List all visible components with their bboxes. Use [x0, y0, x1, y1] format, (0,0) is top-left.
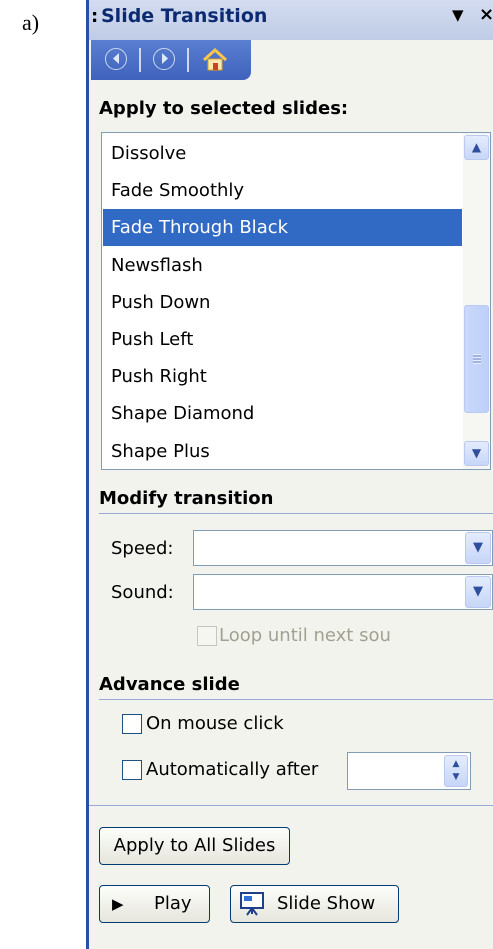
scroll-thumb[interactable]	[464, 305, 489, 413]
pane-nav-bar	[91, 40, 251, 80]
list-item[interactable]: Push Left	[103, 321, 462, 358]
pane-grip[interactable]: :	[91, 6, 98, 27]
pane-close-icon[interactable]: ×	[479, 4, 493, 25]
auto-time-spinner[interactable]: ▲ ▼	[347, 752, 471, 790]
pane-titlebar[interactable]: : Slide Transition ▼ ×	[89, 0, 493, 40]
slide-show-icon	[239, 892, 265, 929]
automatically-after-checkbox[interactable]	[122, 760, 142, 780]
list-item[interactable]: Shape Plus	[103, 433, 462, 469]
list-item[interactable]: Fade Through Black	[103, 209, 462, 247]
listbox-scrollbar[interactable]: ▲ ▼	[463, 133, 490, 469]
back-arrow-icon[interactable]	[105, 48, 127, 70]
advance-section-heading: Advance slide	[99, 674, 240, 695]
sound-combo[interactable]: ▼	[193, 574, 493, 610]
on-mouse-click-checkbox[interactable]	[122, 714, 142, 734]
pane-dropdown-icon[interactable]: ▼	[452, 6, 464, 24]
advance-divider	[99, 699, 493, 700]
pane-title: Slide Transition	[101, 5, 268, 27]
scroll-up-icon[interactable]: ▲	[464, 135, 489, 160]
play-button[interactable]: ▶ Play	[99, 885, 210, 923]
loop-checkbox	[197, 626, 217, 646]
figure-caption: a)	[22, 10, 40, 35]
chevron-down-icon[interactable]: ▼	[465, 576, 491, 608]
chevron-down-icon[interactable]: ▼	[465, 532, 491, 564]
home-icon[interactable]	[201, 47, 229, 73]
slide-show-label: Slide Show	[277, 893, 376, 914]
list-item[interactable]: Dissolve	[103, 135, 462, 172]
play-label: Play	[154, 893, 192, 914]
nav-separator	[139, 48, 141, 72]
list-item[interactable]: Push Down	[103, 284, 462, 321]
loop-label: Loop until next sou	[219, 625, 391, 646]
forward-arrow-icon[interactable]	[153, 48, 175, 70]
slide-show-button[interactable]: Slide Show	[230, 885, 399, 923]
list-item[interactable]: Newsflash	[103, 247, 462, 284]
list-item[interactable]: Push Right	[103, 358, 462, 395]
modify-divider	[99, 513, 493, 514]
list-item[interactable]: Fade Smoothly	[103, 172, 462, 209]
speed-label: Speed:	[111, 538, 174, 559]
buttons-divider	[89, 805, 493, 806]
apply-to-all-button[interactable]: Apply to All Slides	[99, 827, 290, 865]
scroll-down-icon[interactable]: ▼	[464, 441, 489, 466]
modify-section-heading: Modify transition	[99, 488, 274, 509]
sound-label: Sound:	[111, 582, 174, 603]
list-item[interactable]: Shape Diamond	[103, 395, 462, 432]
scroll-grip-icon	[473, 354, 481, 364]
automatically-after-label: Automatically after	[146, 759, 319, 780]
transition-listbox[interactable]: Dissolve Fade Smoothly Fade Through Black N…	[101, 132, 491, 470]
spin-updown-icon[interactable]: ▲ ▼	[444, 755, 468, 787]
nav-separator	[187, 48, 189, 72]
on-mouse-click-label: On mouse click	[146, 713, 284, 734]
apply-section-heading: Apply to selected slides:	[99, 98, 349, 119]
speed-combo[interactable]: ▼	[193, 530, 493, 566]
slide-transition-pane: : Slide Transition ▼ × Apply to selected…	[86, 0, 493, 949]
play-icon: ▶	[112, 895, 124, 913]
